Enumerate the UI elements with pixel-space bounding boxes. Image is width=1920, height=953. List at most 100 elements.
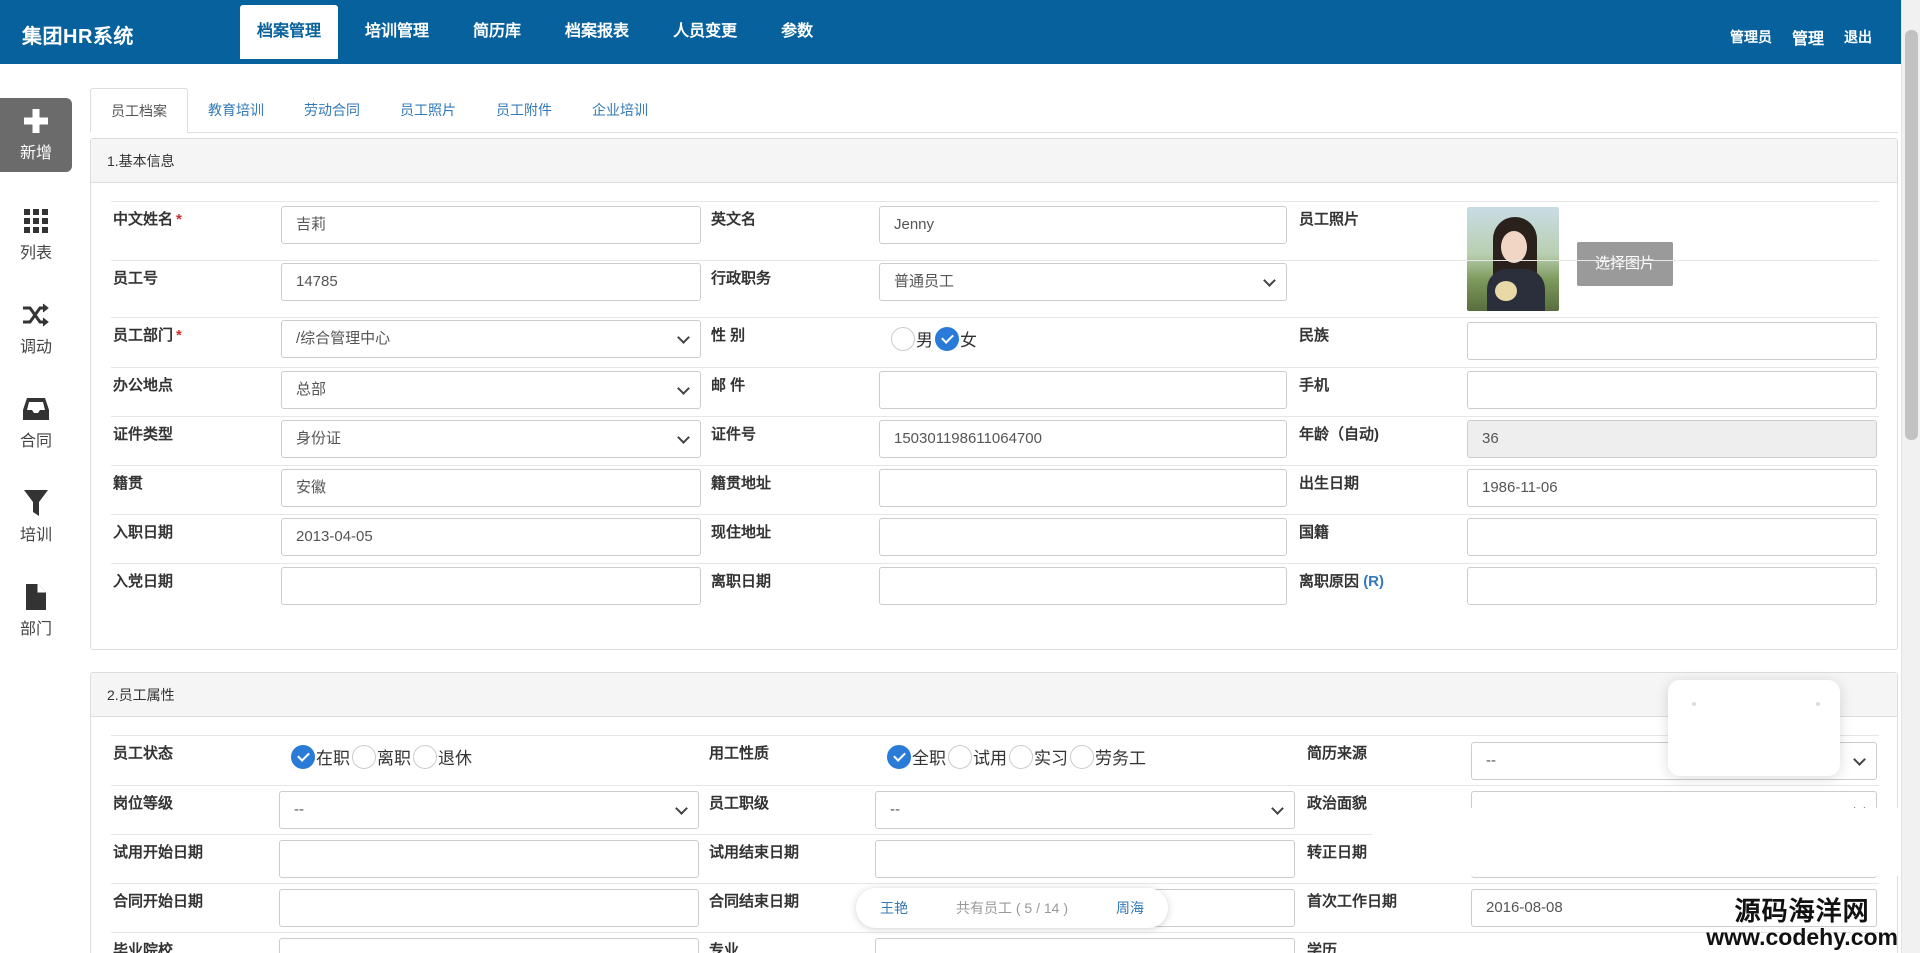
major-input[interactable] [875,938,1295,953]
form-row: 证件类型 身份证 证件号 150301198611064700 年龄（自动) 3… [111,416,1879,465]
tab-enterprise-training[interactable]: 企业培训 [572,88,668,133]
office-select[interactable]: 总部 [281,371,701,409]
leave-date-input[interactable] [879,567,1287,605]
trial-end-input[interactable] [875,840,1295,878]
id-type-select[interactable]: 身份证 [281,420,701,458]
tab-employee-photo[interactable]: 员工照片 [380,88,476,133]
page-scrollbar[interactable] [1901,0,1920,953]
en-name-input[interactable]: Jenny [879,206,1287,244]
nav-personnel-change[interactable]: 人员变更 [656,5,754,59]
sidebar-item-training[interactable]: 培训 [0,470,72,564]
id-no-input[interactable]: 150301198611064700 [879,420,1287,458]
sidebar-item-list[interactable]: 列表 [0,188,72,282]
app-brand[interactable]: 集团HR系统 [22,20,134,49]
tab-employee-record[interactable]: 员工档案 [90,88,188,133]
field-label-photo: 员工照片 [1299,211,1360,228]
ethnicity-input[interactable] [1467,322,1877,360]
nav-training-management[interactable]: 培训管理 [348,5,446,59]
radio-circle-checked [291,744,315,769]
record-tabs: 员工档案 教育培训 劳动合同 员工照片 员工附件 企业培训 [90,88,1898,133]
school-input[interactable] [279,938,699,953]
emp-level-select[interactable]: -- [875,791,1295,829]
field-label-trial-end: 试用结束日期 [709,844,800,861]
field-label-school: 毕业院校 [113,942,174,953]
status-radio-retired[interactable]: 退休 [413,744,472,769]
field-label-education: 学历 [1307,942,1338,953]
age-input: 36 [1467,420,1877,458]
radio-circle [352,744,376,769]
user-role-link[interactable]: 管理员 [1730,27,1772,47]
cn-name-input[interactable]: 吉莉 [281,206,701,244]
sidebar-item-label: 列表 [19,245,52,262]
birth-date-input[interactable]: 1986-11-06 [1467,469,1877,507]
nationality-input[interactable] [1467,518,1877,556]
status-radio-resigned[interactable]: 离职 [352,744,411,769]
radio-circle [1009,744,1033,769]
field-label-mobile: 手机 [1299,377,1330,394]
contract-start-input[interactable] [279,889,699,927]
radio-circle [948,744,972,769]
dept-select[interactable]: /综合管理中心 [281,320,701,358]
join-date-input[interactable]: 2013-04-05 [281,518,701,556]
form-row: 毕业院校 专业 学历 [111,932,1879,953]
nature-radio-labor[interactable]: 劳务工 [1070,744,1146,769]
post-level-select[interactable]: -- [279,791,699,829]
required-mark: * [176,211,182,228]
leave-reason-input[interactable] [1467,567,1877,605]
form-row: 员工部门 * /综合管理中心 性 别 男 女 民族 [111,317,1879,367]
trial-start-input[interactable] [279,840,699,878]
overlay-blank [1372,808,1898,876]
sidebar: 新增 列表 调动 合同 培训 部门 [0,64,72,658]
field-label-nature: 用工性质 [709,745,770,762]
sidebar-item-label: 培训 [19,527,52,544]
sidebar-item-contract[interactable]: 合同 [0,376,72,470]
field-label-native-addr: 籍贯地址 [711,475,772,492]
tab-education-training[interactable]: 教育培训 [188,88,284,133]
nature-radio-probation[interactable]: 试用 [948,744,1007,769]
cur-addr-input[interactable] [879,518,1287,556]
main-nav: 档案管理 培训管理 简历库 档案报表 人员变更 参数 [240,5,840,59]
sidebar-item-add[interactable]: 新增 [0,98,72,172]
leave-reason-suffix[interactable]: (R) [1363,573,1384,590]
field-label-post-level: 岗位等级 [113,795,174,812]
emp-no-input[interactable]: 14785 [281,263,701,301]
scrollbar-thumb[interactable] [1905,30,1918,440]
status-radio-active[interactable]: 在职 [291,744,350,769]
form-row: 员工状态 在职 离职 退休 用工性质 全职 试用 实习 劳务工 简历来源 -- [111,735,1879,785]
nav-archive-management[interactable]: 档案管理 [240,5,339,59]
email-input[interactable] [879,371,1287,409]
native-addr-input[interactable] [879,469,1287,507]
sidebar-item-department[interactable]: 部门 [0,564,72,658]
field-label-en-name: 英文名 [711,211,757,228]
nav-resume-library[interactable]: 简历库 [456,5,538,59]
nature-radio-fulltime[interactable]: 全职 [887,744,946,769]
logout-link[interactable]: 退出 [1844,27,1872,47]
gender-radio-male[interactable]: 男 [891,326,933,351]
nav-parameters[interactable]: 参数 [764,5,830,59]
radio-circle [413,744,437,769]
inbox-icon [22,395,50,423]
party-date-input[interactable] [281,567,701,605]
radio-circle [1070,744,1094,769]
gender-radio-female[interactable]: 女 [935,326,977,351]
next-employee-link[interactable]: 周海 [1116,898,1144,918]
mobile-input[interactable] [1467,371,1877,409]
form-row: 员工号 14785 行政职务 普通员工 [111,260,1879,317]
nature-radio-intern[interactable]: 实习 [1009,744,1068,769]
native-input[interactable]: 安徽 [281,469,701,507]
nature-radio-group: 全职 试用 实习 劳务工 [887,744,1148,769]
prev-employee-link[interactable]: 王艳 [880,898,908,918]
field-label-join-date: 入职日期 [113,524,174,541]
field-label-politics: 政治面貌 [1307,795,1368,812]
manage-link[interactable]: 管理 [1792,25,1824,49]
field-label-email: 邮 件 [711,377,746,394]
field-label-id-type: 证件类型 [113,426,174,443]
floating-card[interactable] [1668,680,1840,776]
sidebar-item-transfer[interactable]: 调动 [0,282,72,376]
grid-icon [22,207,50,235]
tab-employee-attachment[interactable]: 员工附件 [476,88,572,133]
nav-archive-reports[interactable]: 档案报表 [548,5,646,59]
tab-labor-contract[interactable]: 劳动合同 [284,88,380,133]
sidebar-item-label: 部门 [19,621,52,638]
position-select[interactable]: 普通员工 [879,263,1287,301]
